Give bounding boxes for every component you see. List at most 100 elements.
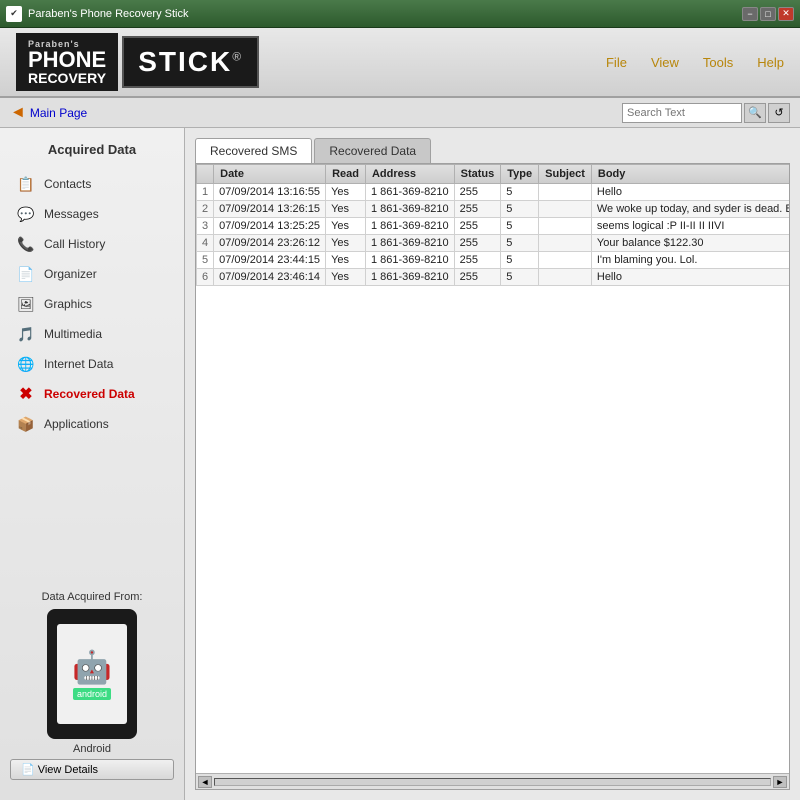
cell-date: 07/09/2014 13:16:55: [214, 184, 326, 201]
sidebar-item-messages[interactable]: 💬 Messages: [0, 199, 184, 229]
device-image: 🤖 android: [47, 609, 137, 739]
call-history-icon: 📞: [16, 234, 36, 254]
sidebar-item-graphics[interactable]: 🖼 Graphics: [0, 289, 184, 319]
cell-date: 07/09/2014 23:46:14: [214, 269, 326, 286]
logo-registered: ®: [232, 50, 243, 64]
device-screen: 🤖 android: [57, 624, 127, 724]
app-header: Paraben's PHONE RECOVERY STICK® File Vie…: [0, 28, 800, 98]
cell-num: 4: [197, 235, 214, 252]
cell-subject: [539, 235, 592, 252]
sidebar-label-recovered-data: Recovered Data: [44, 387, 135, 401]
menu-tools[interactable]: Tools: [703, 55, 733, 70]
search-input[interactable]: [622, 103, 742, 123]
graphics-icon: 🖼: [16, 294, 36, 314]
menu-file[interactable]: File: [606, 55, 627, 70]
organizer-icon: 📄: [16, 264, 36, 284]
minimize-button[interactable]: −: [742, 7, 758, 21]
cell-body: I'm blaming you. Lol.: [591, 252, 789, 269]
cell-type: 5: [501, 184, 539, 201]
view-details-label: View Details: [38, 764, 98, 776]
view-details-button[interactable]: 📄 View Details: [10, 759, 174, 780]
search-button[interactable]: 🔍: [744, 103, 766, 123]
search-area: 🔍 ↺: [622, 103, 790, 123]
sidebar-item-applications[interactable]: 📦 Applications: [0, 409, 184, 439]
horizontal-scrollbar[interactable]: ◄ ►: [196, 773, 789, 789]
col-header-subject: Subject: [539, 165, 592, 184]
sidebar-item-internet-data[interactable]: 🌐 Internet Data: [0, 349, 184, 379]
sms-table: Date Read Address Status Type Subject Bo…: [196, 164, 789, 286]
device-label: Data Acquired From:: [10, 591, 174, 603]
cell-read: Yes: [326, 252, 366, 269]
main-layout: Acquired Data 📋 Contacts 💬 Messages 📞 Ca…: [0, 128, 800, 800]
table-row[interactable]: 3 07/09/2014 13:25:25 Yes 1 861-369-8210…: [197, 218, 790, 235]
contacts-icon: 📋: [16, 174, 36, 194]
menu-help[interactable]: Help: [757, 55, 784, 70]
col-header-body: Body: [591, 165, 789, 184]
sidebar-item-organizer[interactable]: 📄 Organizer: [0, 259, 184, 289]
cell-status: 255: [454, 235, 501, 252]
nav-bar: ◄ Main Page 🔍 ↺: [0, 98, 800, 128]
cell-read: Yes: [326, 235, 366, 252]
cell-read: Yes: [326, 184, 366, 201]
cell-status: 255: [454, 201, 501, 218]
cell-type: 5: [501, 235, 539, 252]
app-icon: ✔: [6, 6, 22, 22]
logo-stick: STICK®: [122, 36, 259, 88]
sidebar-label-graphics: Graphics: [44, 297, 92, 311]
sidebar-label-applications: Applications: [44, 417, 109, 431]
col-header-read: Read: [326, 165, 366, 184]
table-row[interactable]: 4 07/09/2014 23:26:12 Yes 1 861-369-8210…: [197, 235, 790, 252]
cell-type: 5: [501, 201, 539, 218]
menu-bar: File View Tools Help: [606, 55, 784, 70]
scroll-right-button[interactable]: ►: [773, 776, 787, 788]
scroll-left-button[interactable]: ◄: [198, 776, 212, 788]
table-row[interactable]: 6 07/09/2014 23:46:14 Yes 1 861-369-8210…: [197, 269, 790, 286]
scroll-track[interactable]: [214, 778, 771, 786]
back-arrow-icon: ◄: [10, 104, 26, 122]
sidebar-section-title: Acquired Data: [0, 138, 184, 161]
cell-date: 07/09/2014 23:44:15: [214, 252, 326, 269]
sidebar-item-multimedia[interactable]: 🎵 Multimedia: [0, 319, 184, 349]
cell-type: 5: [501, 269, 539, 286]
table-row[interactable]: 5 07/09/2014 23:44:15 Yes 1 861-369-8210…: [197, 252, 790, 269]
table-row[interactable]: 1 07/09/2014 13:16:55 Yes 1 861-369-8210…: [197, 184, 790, 201]
sidebar-item-recovered-data[interactable]: ✖ Recovered Data: [0, 379, 184, 409]
title-bar-left: ✔ Paraben's Phone Recovery Stick: [6, 6, 188, 22]
sidebar-item-contacts[interactable]: 📋 Contacts: [0, 169, 184, 199]
table-row[interactable]: 2 07/09/2014 13:26:15 Yes 1 861-369-8210…: [197, 201, 790, 218]
content-area: Recovered SMS Recovered Data Date Read A…: [185, 128, 800, 800]
cell-body: We woke up today, and syder is dead. Bac…: [591, 201, 789, 218]
col-header-address: Address: [365, 165, 454, 184]
sidebar: Acquired Data 📋 Contacts 💬 Messages 📞 Ca…: [0, 128, 185, 800]
device-section: Data Acquired From: 🤖 android Android 📄 …: [0, 581, 184, 790]
sidebar-label-multimedia: Multimedia: [44, 327, 102, 341]
tab-recovered-data[interactable]: Recovered Data: [314, 138, 431, 163]
cell-address: 1 861-369-8210: [365, 235, 454, 252]
sidebar-item-call-history[interactable]: 📞 Call History: [0, 229, 184, 259]
menu-view[interactable]: View: [651, 55, 679, 70]
cell-body: seems logical :P II-II II IIVI: [591, 218, 789, 235]
cell-subject: [539, 252, 592, 269]
col-header-date: Date: [214, 165, 326, 184]
logo-recovery: RECOVERY: [28, 71, 106, 85]
cell-type: 5: [501, 218, 539, 235]
cell-status: 255: [454, 184, 501, 201]
logo-stick-text: STICK: [138, 46, 232, 77]
title-bar-controls: − □ ✕: [742, 7, 794, 21]
cell-address: 1 861-369-8210: [365, 201, 454, 218]
cell-body: Hello: [591, 184, 789, 201]
cell-num: 3: [197, 218, 214, 235]
cell-num: 5: [197, 252, 214, 269]
logo-phone: PHONE: [28, 49, 106, 71]
main-page-label: Main Page: [30, 106, 87, 120]
search-refresh-button[interactable]: ↺: [768, 103, 790, 123]
col-header-status: Status: [454, 165, 501, 184]
maximize-button[interactable]: □: [760, 7, 776, 21]
close-button[interactable]: ✕: [778, 7, 794, 21]
main-page-button[interactable]: ◄ Main Page: [10, 104, 87, 122]
multimedia-icon: 🎵: [16, 324, 36, 344]
table-scroll[interactable]: Date Read Address Status Type Subject Bo…: [196, 164, 789, 773]
tab-recovered-sms[interactable]: Recovered SMS: [195, 138, 312, 163]
col-header-type: Type: [501, 165, 539, 184]
recovered-data-icon: ✖: [16, 384, 36, 404]
